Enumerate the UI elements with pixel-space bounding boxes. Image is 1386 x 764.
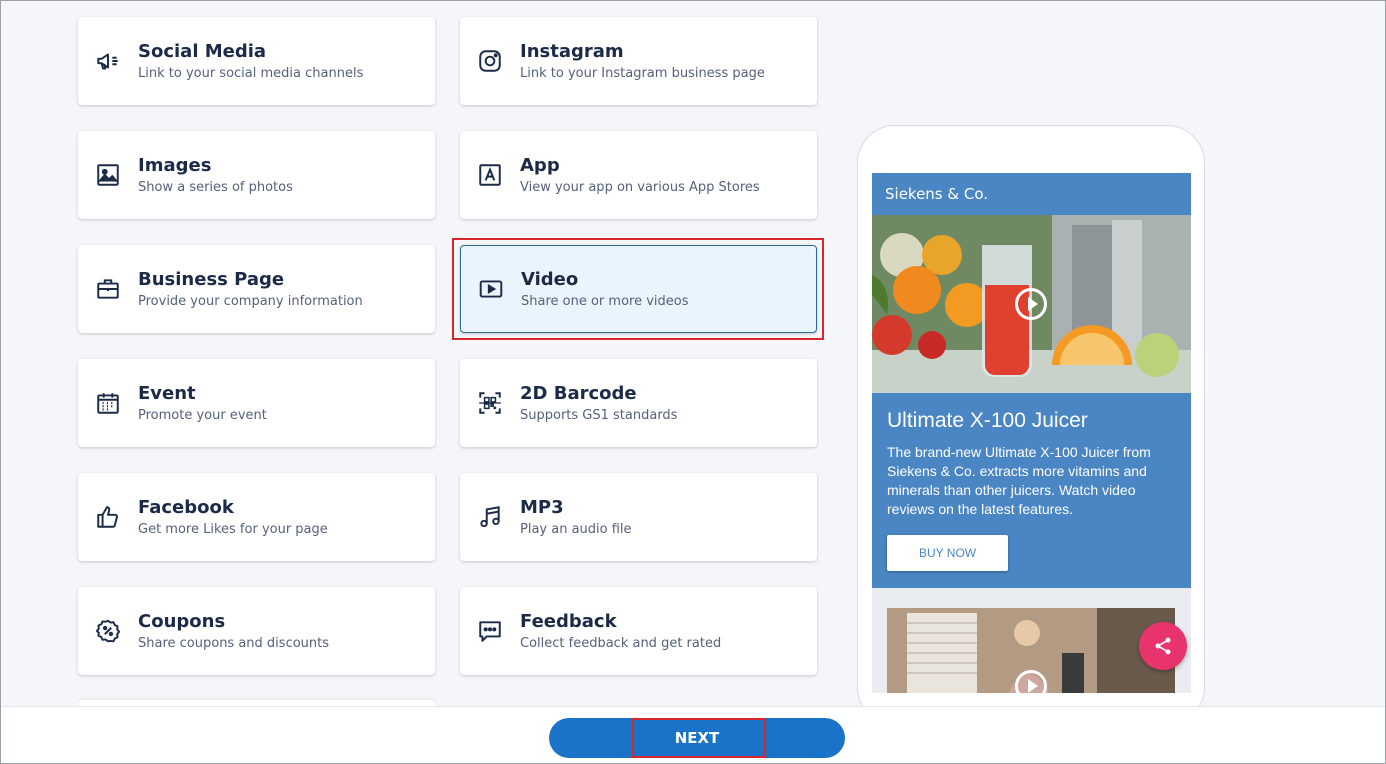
preview-video-thumbnail-2[interactable] [887,608,1175,693]
instagram-icon [460,48,520,74]
play-icon[interactable] [1015,288,1047,320]
card-facebook[interactable]: Facebook Get more Likes for your page [78,473,435,561]
card-coupons[interactable]: Coupons Share coupons and discounts [78,587,435,675]
card-business-page[interactable]: Business Page Provide your company infor… [78,245,435,333]
card-subtitle: Share coupons and discounts [138,636,330,651]
next-button-label: NEXT [674,729,720,747]
card-subtitle: Share one or more videos [521,294,689,309]
coupon-icon [78,618,138,644]
next-button[interactable]: NEXT [549,718,845,758]
card-title: Social Media [138,41,267,62]
card-instagram[interactable]: Instagram Link to your Instagram busines… [460,17,817,105]
share-button[interactable] [1139,622,1187,670]
card-subtitle: Play an audio file [520,522,632,537]
card-subtitle: View your app on various App Stores [520,180,760,195]
music-note-icon [460,504,520,530]
app-store-icon [460,162,520,188]
card-title: 2D Barcode [520,383,637,404]
card-title: Business Page [138,269,285,290]
feedback-icon [460,618,520,644]
preview-headline: Ultimate X-100 Juicer [887,409,1088,432]
phone-preview: Siekens & Co. Ultimate X-100 Juicer The … [857,125,1205,725]
card-title: App [520,155,560,176]
image-icon [78,162,138,188]
card-subtitle: Provide your company information [138,294,363,309]
thumbs-up-icon [78,504,138,530]
card-images[interactable]: Images Show a series of photos [78,131,435,219]
card-subtitle: Supports GS1 standards [520,408,678,423]
card-title: Feedback [520,611,617,632]
briefcase-icon [78,276,138,302]
card-feedback[interactable]: Feedback Collect feedback and get rated [460,587,817,675]
card-title: Video [521,269,579,290]
preview-header: Siekens & Co. [872,173,1191,215]
card-app[interactable]: App View your app on various App Stores [460,131,817,219]
share-icon [1155,637,1171,655]
card-title: Instagram [520,41,624,62]
preview-brand: Siekens & Co. [885,185,989,203]
video-icon [461,276,521,302]
card-subtitle: Link to your social media channels [138,66,364,81]
buy-now-button[interactable]: BUY NOW [887,535,1009,571]
card-subtitle: Link to your Instagram business page [520,66,765,81]
card-subtitle: Get more Likes for your page [138,522,328,537]
calendar-icon [78,390,138,416]
card-title: Event [138,383,196,404]
card-title: Facebook [138,497,234,518]
preview-body: The brand-new Ultimate X-100 Juicer from… [887,444,1151,517]
card-mp3[interactable]: MP3 Play an audio file [460,473,817,561]
card-2d-barcode[interactable]: 2D Barcode Supports GS1 standards [460,359,817,447]
card-subtitle: Show a series of photos [138,180,293,195]
card-video[interactable]: Video Share one or more videos [460,245,817,333]
preview-video-thumbnail[interactable] [872,215,1191,393]
megaphone-icon [78,48,138,74]
phone-screen: Siekens & Co. Ultimate X-100 Juicer The … [872,173,1191,693]
card-title: Coupons [138,611,226,632]
barcode-scan-icon [460,390,520,416]
preview-promo: Ultimate X-100 Juicer The brand-new Ulti… [872,393,1191,588]
card-social-media[interactable]: Social Media Link to your social media c… [78,17,435,105]
card-title: Images [138,155,212,176]
card-subtitle: Promote your event [138,408,267,423]
card-event[interactable]: Event Promote your event [78,359,435,447]
card-title: MP3 [520,497,564,518]
card-subtitle: Collect feedback and get rated [520,636,722,651]
